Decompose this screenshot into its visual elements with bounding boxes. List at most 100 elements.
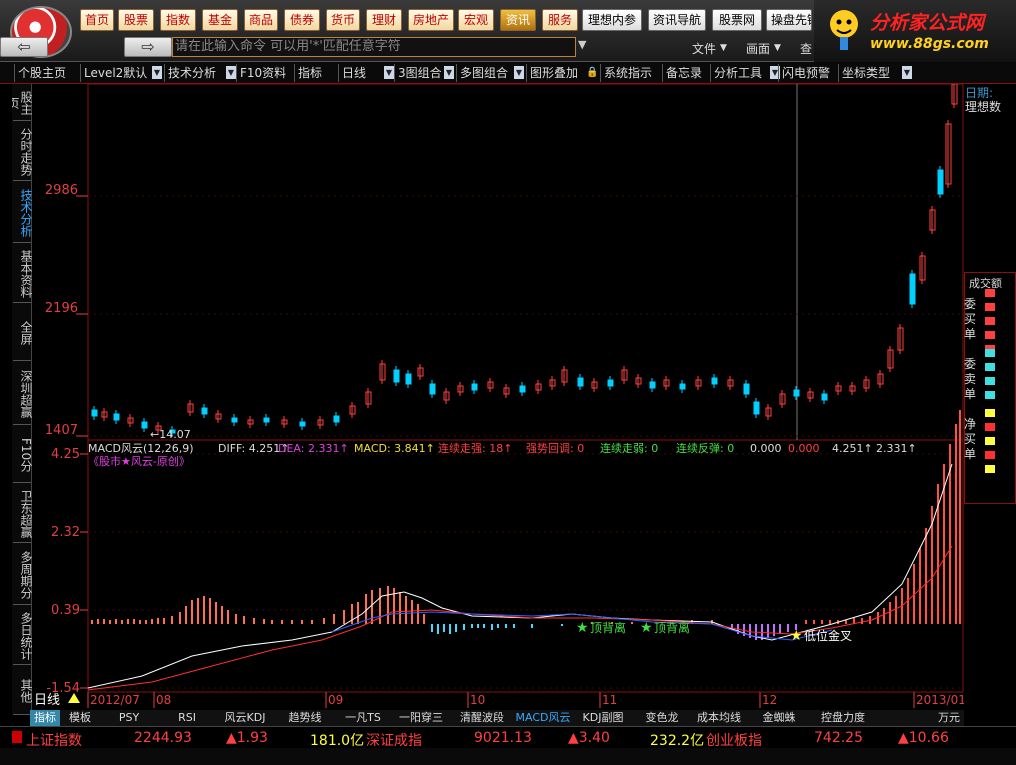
indicator-tab-3[interactable]: RSI [160, 710, 214, 726]
sz-index-name[interactable]: 深证成指 [366, 730, 422, 750]
nav-7[interactable]: 理财 [366, 9, 402, 31]
menu-query[interactable]: 查 [800, 40, 812, 57]
left-tab-9[interactable]: 多日统计 [12, 608, 32, 664]
toolbar-dropdown-icon[interactable]: ▼ [902, 66, 912, 79]
macd-annotation-1: 顶背离 [654, 620, 690, 635]
nav-4[interactable]: 商品 [244, 9, 278, 31]
quick-link-0[interactable]: 理想内参 [582, 9, 642, 31]
back-button[interactable]: ⇦ [0, 37, 48, 57]
left-tab-7[interactable]: 卫东超赢 [12, 486, 32, 542]
toolbar-item-9[interactable]: 系统指示 [604, 64, 652, 82]
star-icon: ★ [576, 620, 589, 636]
toolbar-item-10[interactable]: 备忘录 [666, 64, 702, 82]
indicator-tab-12[interactable]: 成本均线 [692, 710, 746, 726]
left-tab-10[interactable]: 其他 [12, 668, 32, 714]
nav-10[interactable]: 资讯 [500, 9, 536, 31]
toolbar-item-1[interactable]: Level2默认 [84, 64, 147, 82]
left-tab-6[interactable]: F10分 [12, 428, 32, 482]
left-tab-separator [13, 302, 31, 303]
left-tab-8[interactable]: 多周期分 [12, 546, 32, 604]
macd-header-5: 强势回调: 0 [526, 442, 584, 455]
bid-order-label: 委买单 [964, 297, 977, 341]
macd-header-4: 连续走强: 18↑ [438, 441, 512, 455]
indicator-tab-7[interactable]: 一阳穿三 [392, 710, 450, 726]
quick-link-3[interactable]: 操盘先锋 [766, 9, 812, 31]
nav-5[interactable]: 债券 [284, 9, 320, 31]
indicator-tab-6[interactable]: 一凡TS [336, 710, 390, 726]
toolbar-item-5[interactable]: 日线 [342, 64, 366, 82]
macd-header-2: DEA: 2.331↑ [278, 442, 349, 455]
nav-9[interactable]: 宏观 [458, 9, 494, 31]
forward-button[interactable]: ⇨ [124, 37, 172, 57]
sz-index-change: ▲3.40 [568, 730, 610, 746]
cy-index-name[interactable]: 创业板指 [706, 730, 762, 750]
toolbar-separator [778, 64, 779, 82]
lock-icon[interactable]: 🔒 [586, 64, 598, 82]
brand-url[interactable]: www.88gs.com [870, 36, 989, 52]
toolbar-item-11[interactable]: 分析工具 [714, 64, 762, 82]
candle [471, 383, 478, 391]
indicator-tab-8[interactable]: 清醒波段 [452, 710, 512, 726]
left-tab-2[interactable]: 技术分析 [12, 184, 32, 242]
indicator-tab-14[interactable]: 控盘力度 [812, 710, 874, 726]
toolbar-dropdown-icon[interactable]: ▼ [444, 66, 454, 79]
toolbar-item-6[interactable]: 3图组合 [398, 64, 442, 82]
indicator-tabs: 指标 模板 PSY RSI 风云KDJ 趋势线 一凡TS 一阳穿三 清醒波段 MACD风云 KDJ副… [30, 710, 964, 726]
nav-2[interactable]: 指数 [160, 9, 196, 31]
toolbar-item-4[interactable]: 指标 [298, 64, 322, 82]
toolbar-item-12[interactable]: 闪电预警 [782, 64, 830, 82]
left-tab-1[interactable]: 分时走势 [12, 124, 32, 180]
toolbar-dropdown-icon[interactable]: ▼ [384, 66, 394, 79]
macd-header-10: 4.251↑ [832, 442, 873, 455]
menu-view[interactable]: 画面 [746, 40, 770, 57]
command-dropdown-icon[interactable]: ▼ [578, 38, 586, 51]
macd-header-3: MACD: 3.841↑ [354, 442, 435, 455]
indicator-tab-13[interactable]: 金蜘蛛 [748, 710, 810, 726]
macd-header-11: 2.331↑ [876, 442, 917, 455]
chart-area[interactable]: 2986 2196 1407 ←14.07 MACD风云(12,26,9) DIFF: 4… [32, 84, 966, 714]
quick-link-2[interactable]: 股票网 [712, 9, 762, 31]
toolbar-dropdown-icon[interactable]: ▼ [152, 66, 162, 79]
toolbar-separator [456, 64, 457, 82]
quick-link-1[interactable]: 资讯导航 [648, 9, 706, 31]
indicator-tab-4[interactable]: 风云KDJ [216, 710, 274, 726]
toolbar-item-2[interactable]: 技术分析 [168, 64, 216, 82]
toolbar-item-8[interactable]: 图形叠加 [530, 64, 578, 82]
nav-3[interactable]: 基金 [202, 9, 238, 31]
left-tab-5[interactable]: 深圳超赢 [12, 364, 32, 424]
candle [519, 385, 526, 393]
brand-title: 分析家公式网 [870, 12, 985, 34]
nav-6[interactable]: 货币 [326, 9, 360, 31]
command-input[interactable]: 请在此输入命令 可以用'*'匹配任意字符 [172, 37, 576, 57]
candle [607, 379, 614, 387]
nav-1[interactable]: 股票 [118, 9, 154, 31]
toolbar-dropdown-icon[interactable]: ▼ [226, 66, 236, 79]
left-tab-separator [13, 542, 31, 543]
toolbar-separator [600, 64, 601, 82]
indicator-tab-5[interactable]: 趋势线 [276, 710, 334, 726]
indicator-tab-1[interactable]: 模板 [62, 710, 98, 726]
candle [649, 381, 656, 389]
indicator-tab-0[interactable]: 指标 [30, 710, 60, 726]
toolbar-item-0[interactable]: 个股主页 [18, 64, 66, 82]
sh-index-change: ▲1.93 [226, 730, 268, 746]
indicator-tab-11[interactable]: 变色龙 [634, 710, 690, 726]
toolbar-item-13[interactable]: 坐标类型 [842, 64, 890, 82]
nav-0[interactable]: 首页 [80, 9, 114, 31]
nav-11[interactable]: 服务 [542, 9, 578, 31]
left-tab-3[interactable]: 基本资料 [12, 246, 32, 302]
menu-file[interactable]: 文件 [692, 40, 716, 57]
toolbar-item-3[interactable]: F10资料 [240, 64, 286, 82]
sh-index-name[interactable]: 上证指数 [26, 730, 82, 750]
macd-axis-label: 0.39 [51, 603, 80, 618]
nav-8[interactable]: 房地产 [408, 9, 454, 31]
toolbar-dropdown-icon[interactable]: ▼ [514, 66, 524, 79]
left-tab-4[interactable]: 全屏 [12, 306, 32, 360]
indicator-tab-10[interactable]: KDJ副图 [574, 710, 632, 726]
left-tab-0[interactable]: 股主页 [12, 86, 32, 120]
candle [429, 383, 436, 395]
toolbar-item-7[interactable]: 多图组合 [460, 64, 508, 82]
indicator-tab-9[interactable]: MACD风云 [514, 710, 572, 726]
left-tab-separator [13, 120, 31, 121]
indicator-tab-2[interactable]: PSY [100, 710, 158, 726]
